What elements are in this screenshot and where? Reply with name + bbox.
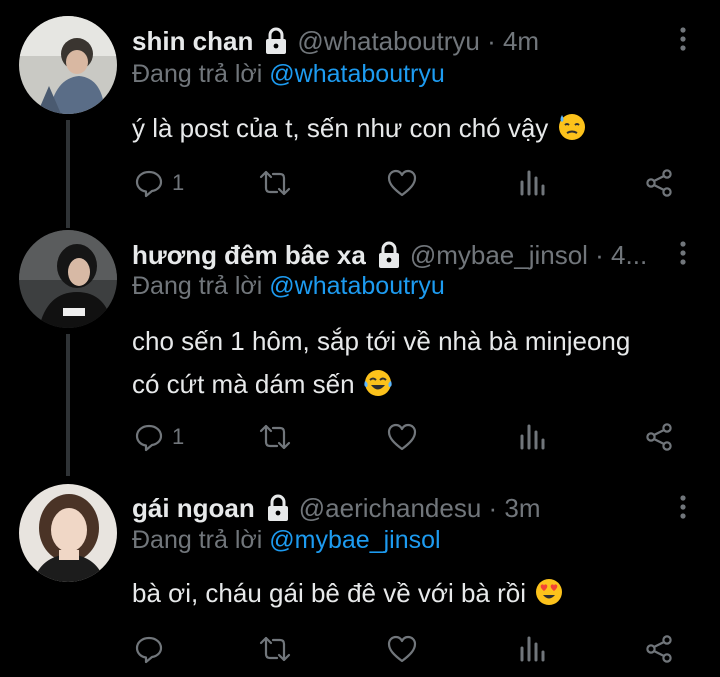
tweet[interactable]: shin chan @whataboutryu · 4m Đang trả lờ… xyxy=(0,16,720,216)
display-name[interactable]: shin chan xyxy=(132,26,253,57)
retweet-button[interactable] xyxy=(258,632,292,666)
more-icon[interactable] xyxy=(678,26,688,52)
share-button[interactable] xyxy=(644,632,674,666)
like-icon xyxy=(387,635,417,663)
action-bar: 1 xyxy=(130,420,680,454)
analytics-button[interactable] xyxy=(518,420,546,454)
handle-meta[interactable]: @whataboutryu · 4m xyxy=(297,26,539,57)
reply-icon xyxy=(135,636,163,664)
handle-meta[interactable]: @aerichandesu · 3m xyxy=(299,493,541,524)
lock-icon xyxy=(378,241,399,268)
tweet-text-line: cho sến 1 hôm, sắp tới về nhà bà minjeon… xyxy=(132,326,631,356)
more-icon[interactable] xyxy=(678,240,688,266)
avatar[interactable] xyxy=(19,230,117,328)
lock-icon xyxy=(266,27,287,54)
emoji-sweat-icon xyxy=(556,111,588,154)
replying-to: Đang trả lời @whataboutryu xyxy=(132,60,445,89)
like-icon xyxy=(387,169,417,197)
analytics-icon xyxy=(520,170,545,196)
share-icon xyxy=(646,635,672,663)
avatar[interactable] xyxy=(19,16,117,114)
more-icon[interactable] xyxy=(678,494,688,520)
tweet-text-line: có cứt mà dám sến xyxy=(132,369,355,399)
tweet-text-line: bà ơi, cháu gái bê đê về với bà rồi xyxy=(132,578,526,608)
reply-prefix: Đang trả lời xyxy=(132,526,263,554)
tweet-header: gái ngoan @aerichandesu · 3m xyxy=(132,488,668,528)
reply-mention[interactable]: @whataboutryu xyxy=(269,60,444,88)
like-button[interactable] xyxy=(386,632,418,666)
like-icon xyxy=(387,423,417,451)
retweet-icon xyxy=(259,424,291,450)
analytics-button[interactable] xyxy=(518,166,546,200)
reply-count: 1 xyxy=(172,170,185,195)
tweet-header: hương đêm bâe xa @mybae_jinsol · 4... xyxy=(132,235,668,275)
action-bar: 1 xyxy=(130,166,680,200)
display-name[interactable]: gái ngoan xyxy=(132,493,255,524)
reply-button[interactable] xyxy=(134,632,172,666)
retweet-icon xyxy=(259,636,291,662)
retweet-button[interactable] xyxy=(258,166,292,200)
share-icon xyxy=(646,169,672,197)
tweet-text: bà ơi, cháu gái bê đê về với bà rồi xyxy=(132,572,680,619)
tweet[interactable]: hương đêm bâe xa @mybae_jinsol · 4... Đa… xyxy=(0,230,720,470)
analytics-icon xyxy=(520,636,545,662)
tweet-text: ý là post của t, sến như con chó vậy xyxy=(132,107,680,154)
tweet-text: cho sến 1 hôm, sắp tới về nhà bà minjeon… xyxy=(132,320,680,410)
avatar-image xyxy=(19,16,117,114)
reply-icon xyxy=(135,170,163,198)
analytics-icon xyxy=(520,424,545,450)
tweet-text-line: ý là post của t, sến như con chó vậy xyxy=(132,113,549,143)
reply-button[interactable]: 1 xyxy=(134,420,184,454)
action-bar xyxy=(130,632,680,666)
reply-icon xyxy=(135,424,163,452)
replying-to: Đang trả lời @whataboutryu xyxy=(132,272,445,301)
analytics-button[interactable] xyxy=(518,632,546,666)
reply-prefix: Đang trả lời xyxy=(132,272,263,300)
emoji-joy-icon xyxy=(362,367,394,410)
share-button[interactable] xyxy=(644,420,674,454)
like-button[interactable] xyxy=(386,166,418,200)
share-icon xyxy=(646,423,672,451)
tweet[interactable]: gái ngoan @aerichandesu · 3m Đang trả lờ… xyxy=(0,484,720,674)
emoji-heart-eyes-icon xyxy=(533,576,565,619)
share-button[interactable] xyxy=(644,166,674,200)
avatar-image xyxy=(19,484,117,582)
handle-meta[interactable]: @mybae_jinsol · 4... xyxy=(410,240,647,271)
reply-button[interactable]: 1 xyxy=(134,166,184,200)
reply-mention[interactable]: @mybae_jinsol xyxy=(269,526,440,554)
retweet-button[interactable] xyxy=(258,420,292,454)
reply-mention[interactable]: @whataboutryu xyxy=(269,272,444,300)
reply-prefix: Đang trả lời xyxy=(132,60,263,88)
like-button[interactable] xyxy=(386,420,418,454)
replying-to: Đang trả lời @mybae_jinsol xyxy=(132,526,441,555)
avatar-image xyxy=(19,230,117,328)
avatar[interactable] xyxy=(19,484,117,582)
display-name[interactable]: hương đêm bâe xa xyxy=(132,240,366,271)
retweet-icon xyxy=(259,170,291,196)
tweet-header: shin chan @whataboutryu · 4m xyxy=(132,21,668,61)
lock-icon xyxy=(267,494,288,521)
reply-count: 1 xyxy=(172,424,185,449)
